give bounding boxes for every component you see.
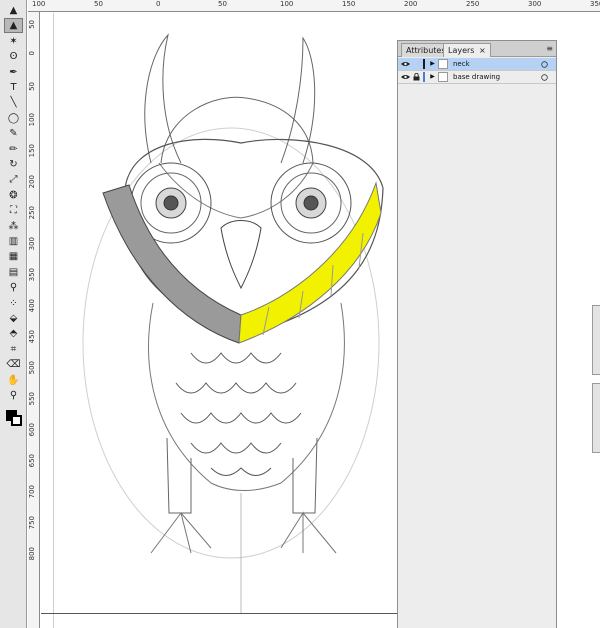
tab-layers-label: Layers: [448, 46, 475, 55]
owl-sketch-drawing: [82, 33, 384, 613]
pencil-tool-icon[interactable]: ✏: [4, 142, 23, 157]
layer-row-neck[interactable]: ▶ neck: [398, 58, 556, 71]
ruler-tick-label: 50: [28, 82, 36, 91]
ruler-tick-label: 500: [28, 361, 36, 375]
ruler-tick-label: 100: [28, 113, 36, 127]
expand-triangle-icon[interactable]: ▶: [429, 72, 436, 82]
ruler-tick-label: 150: [342, 0, 356, 8]
lock-icon[interactable]: [412, 72, 421, 82]
layer-thumbnail: [438, 59, 448, 69]
mesh-tool-icon[interactable]: ▦: [4, 249, 23, 264]
layer-color-swatch: [423, 59, 425, 69]
ruler-tick-label: 600: [28, 423, 36, 437]
slice-tool-icon[interactable]: ⌗: [4, 342, 23, 357]
ruler-tick-label: 250: [466, 0, 480, 8]
collapsed-side-panel[interactable]: [592, 383, 600, 453]
layer-thumbnail: [438, 72, 448, 82]
panel-menu-icon[interactable]: ≡: [546, 44, 553, 53]
collapsed-side-panel[interactable]: [592, 305, 600, 375]
ruler-tick-label: 300: [28, 237, 36, 251]
selection-tool-icon[interactable]: ▲: [4, 3, 23, 18]
tab-attributes-label: Attributes: [406, 46, 446, 55]
visibility-eye-icon[interactable]: [401, 72, 410, 82]
ruler-tick-label: 50: [28, 20, 36, 29]
ruler-tick-label: 250: [28, 206, 36, 220]
ruler-tick-label: 350: [590, 0, 600, 8]
ruler-tick-label: 700: [28, 485, 36, 499]
expand-triangle-icon[interactable]: ▶: [429, 59, 436, 69]
panel-tab-bar: Attributes Layers × ≡: [398, 41, 556, 57]
illustrator-window: ▲▲✶ʘ✒T╲◯✎✏↻⤢❂⛶⁂▥▦▤⚲⁘⬙⬘⌗⌫✋⚲ 2001501005005…: [0, 0, 600, 628]
magic-wand-tool-icon[interactable]: ✶: [4, 34, 23, 49]
line-tool-icon[interactable]: ╲: [4, 95, 23, 110]
fill-stroke-swatch[interactable]: [6, 410, 22, 426]
free-transform-tool-icon[interactable]: ⛶: [4, 203, 23, 218]
ruler-tick-label: 50: [218, 0, 227, 8]
layer-color-swatch: [423, 72, 425, 82]
hand-tool-icon[interactable]: ✋: [4, 373, 23, 388]
eraser-tool-icon[interactable]: ⌫: [4, 357, 23, 372]
artboard-bottom-edge: [41, 613, 401, 614]
tab-layers[interactable]: Layers ×: [443, 43, 491, 57]
blend-tool-icon[interactable]: ⁘: [4, 296, 23, 311]
ruler-tick-label: 550: [28, 392, 36, 406]
zoom-tool-icon[interactable]: ⚲: [4, 388, 23, 403]
ruler-tick-label: 0: [156, 0, 161, 8]
visibility-eye-icon[interactable]: [401, 59, 410, 69]
ruler-tick-label: 650: [28, 454, 36, 468]
ruler-tick-label: 150: [28, 144, 36, 158]
ruler-tick-label: 0: [28, 51, 36, 56]
column-graph-tool-icon[interactable]: ▥: [4, 234, 23, 249]
vertical-ruler[interactable]: 2001501005005010015020025030035040045050…: [28, 12, 40, 628]
ruler-tick-label: 100: [32, 0, 46, 8]
pen-tool-icon[interactable]: ✒: [4, 65, 23, 80]
ruler-tick-label: 300: [528, 0, 542, 8]
live-paint-selection-tool-icon[interactable]: ⬘: [4, 326, 23, 341]
horizontal-ruler[interactable]: 2001501005005010015020025030035040045050…: [28, 0, 600, 12]
type-tool-icon[interactable]: T: [4, 80, 23, 95]
ruler-tick-label: 350: [28, 268, 36, 282]
tools-panel: ▲ ▲ ✶ ʘ ✒ T ╲ ◯ ✎ ✏ ↻ ⤢ ❂ ⛶ ⁂ ▥ ▦ ▤ ⚲ ⁘ ⬙ ⬘ ⌗ ⌫ ✋ ⚲: [0, 0, 27, 628]
direct-selection-tool-icon[interactable]: ▲: [4, 18, 23, 34]
ellipse-tool-icon[interactable]: ◯: [4, 111, 23, 126]
symbol-sprayer-tool-icon[interactable]: ⁂: [4, 219, 23, 234]
lock-toggle-empty[interactable]: [412, 59, 421, 69]
ruler-tick-label: 750: [28, 516, 36, 530]
ruler-tick-label: 400: [28, 299, 36, 313]
close-tab-icon[interactable]: ×: [479, 46, 486, 55]
ruler-tick-label: 200: [404, 0, 418, 8]
warp-tool-icon[interactable]: ❂: [4, 188, 23, 203]
paintbrush-tool-icon[interactable]: ✎: [4, 126, 23, 141]
ruler-tick-label: 200: [28, 175, 36, 189]
live-paint-tool-icon[interactable]: ⬙: [4, 311, 23, 326]
target-circle-icon[interactable]: [540, 59, 549, 69]
layers-panel: Attributes Layers × ≡ ▶ neck ▶ base draw…: [397, 40, 557, 628]
layer-name: base drawing: [453, 73, 501, 81]
eyedropper-tool-icon[interactable]: ⚲: [4, 280, 23, 295]
rotate-tool-icon[interactable]: ↻: [4, 157, 23, 172]
scale-tool-icon[interactable]: ⤢: [4, 172, 23, 187]
ruler-tick-label: 450: [28, 330, 36, 344]
target-circle-icon[interactable]: [540, 72, 549, 82]
lasso-tool-icon[interactable]: ʘ: [4, 49, 23, 64]
ruler-tick-label: 100: [280, 0, 294, 8]
ruler-tick-label: 800: [28, 547, 36, 561]
layer-name: neck: [453, 60, 470, 68]
gradient-tool-icon[interactable]: ▤: [4, 265, 23, 280]
layer-row-base-drawing[interactable]: ▶ base drawing: [398, 71, 556, 84]
ruler-tick-label: 50: [94, 0, 103, 8]
